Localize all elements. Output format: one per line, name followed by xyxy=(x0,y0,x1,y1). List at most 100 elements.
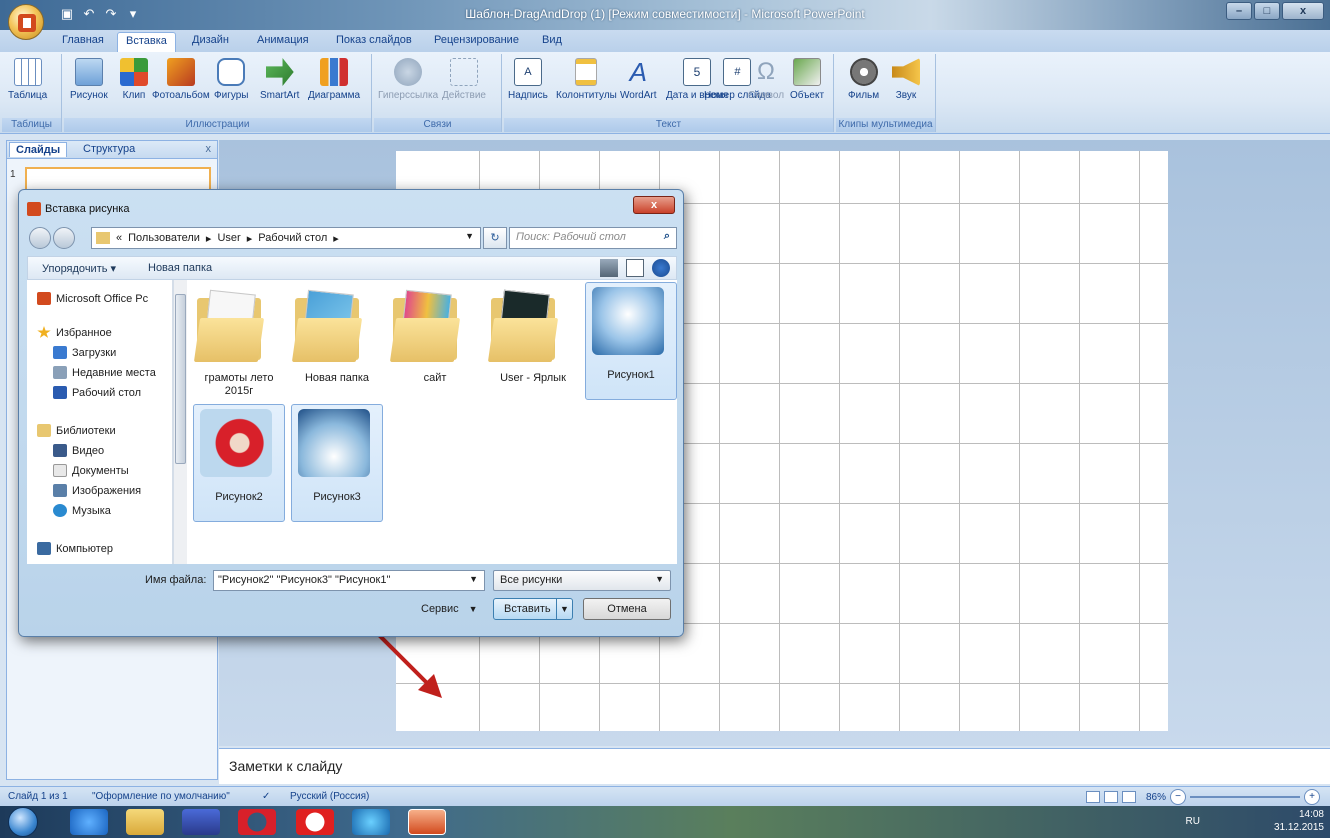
file-item-folder-new[interactable]: Новая папка xyxy=(291,286,383,404)
close-panel-icon[interactable]: x xyxy=(206,143,212,155)
search-icon[interactable]: ⌕ xyxy=(664,230,670,243)
clip-button[interactable]: Клип xyxy=(120,58,148,101)
nav-item-documents[interactable]: Документы xyxy=(53,464,129,477)
movie-button[interactable]: Фильм xyxy=(848,58,879,101)
symbol-button[interactable]: Ω Символ xyxy=(748,58,784,101)
address-bar[interactable]: « Пользователи ▸ User ▸ Рабочий стол ▸ ▼ xyxy=(91,227,481,249)
organize-button[interactable]: Упорядочить ▾ xyxy=(42,262,116,275)
preview-pane-icon[interactable] xyxy=(626,259,644,277)
filename-dropdown-icon[interactable]: ▼ xyxy=(469,574,478,584)
nav-item-office[interactable]: Microsoft Office Pc xyxy=(37,292,148,305)
minimize-button[interactable]: – xyxy=(1226,2,1252,20)
slideshow-icon[interactable] xyxy=(1121,791,1136,803)
spellcheck-icon[interactable]: ✓ xyxy=(262,791,270,802)
shapes-button[interactable]: Фигуры xyxy=(214,58,248,101)
file-type-select[interactable]: Все рисунки ▼ xyxy=(493,570,671,591)
insert-dropdown-icon[interactable]: ▼ xyxy=(556,599,572,619)
hyperlink-button[interactable]: Гиперссылка xyxy=(378,58,438,101)
file-item-folder-site[interactable]: сайт xyxy=(389,286,481,404)
internet-explorer-icon[interactable] xyxy=(70,809,108,835)
close-window-button[interactable]: x xyxy=(1282,2,1324,20)
nav-item-desktop[interactable]: Рабочий стол xyxy=(53,386,141,399)
nav-item-computer[interactable]: Компьютер xyxy=(37,542,113,555)
notes-pane[interactable]: Заметки к слайду xyxy=(219,748,1330,784)
tab-outline[interactable]: Структура xyxy=(77,142,141,156)
maximize-button[interactable]: □ xyxy=(1254,2,1280,20)
file-item-user-shortcut[interactable]: User - Ярлык xyxy=(487,286,579,404)
nav-item-libraries[interactable]: Библиотеки xyxy=(37,424,116,437)
file-item-picture2[interactable]: Рисунок2 xyxy=(193,404,285,522)
table-button[interactable]: Таблица xyxy=(8,58,47,101)
nav-scrollbar-thumb[interactable] xyxy=(175,294,186,464)
view-options-icon[interactable] xyxy=(600,259,618,277)
tab-slides[interactable]: Слайды xyxy=(9,142,68,157)
opera-icon[interactable] xyxy=(238,809,276,835)
zoom-level[interactable]: 86% xyxy=(1146,792,1166,803)
photo-album-button[interactable]: Фотоальбом xyxy=(152,58,210,101)
filter-dropdown-icon[interactable]: ▼ xyxy=(655,574,664,584)
tray-language[interactable]: RU xyxy=(1186,816,1200,827)
tools-button[interactable]: Сервис ▼ xyxy=(421,603,478,615)
search-input[interactable]: Поиск: Рабочий стол ⌕ xyxy=(509,227,677,249)
slide-sorter-icon[interactable] xyxy=(1103,791,1118,803)
app-icon[interactable] xyxy=(352,809,390,835)
forward-icon[interactable] xyxy=(53,227,75,249)
nav-item-pictures[interactable]: Изображения xyxy=(53,484,141,497)
filename-input[interactable]: "Рисунок2" "Рисунок3" "Рисунок1" ▼ xyxy=(213,570,485,591)
tab-review[interactable]: Рецензирование xyxy=(434,34,519,46)
tab-animation[interactable]: Анимация xyxy=(257,34,309,46)
address-dropdown-icon[interactable]: ▼ xyxy=(465,231,474,241)
nav-item-recent[interactable]: Недавние места xyxy=(53,366,156,379)
folder-icon xyxy=(193,289,265,362)
file-item-picture3[interactable]: Рисунок3 xyxy=(291,404,383,522)
normal-view-icon[interactable] xyxy=(1085,791,1100,803)
status-language[interactable]: Русский (Россия) xyxy=(290,791,369,802)
breadcrumb-overflow[interactable]: « xyxy=(116,232,122,245)
cancel-button[interactable]: Отмена xyxy=(583,598,671,620)
nav-scrollbar[interactable] xyxy=(173,280,187,564)
start-button[interactable] xyxy=(8,807,38,837)
tray-clock[interactable]: 14:08 31.12.2015 xyxy=(1274,808,1324,834)
breadcrumb-user[interactable]: User xyxy=(217,232,240,245)
wordart-button[interactable]: A WordArt xyxy=(620,58,657,101)
explorer-folder-icon[interactable] xyxy=(126,809,164,835)
tab-insert[interactable]: Вставка xyxy=(117,32,176,52)
office-button[interactable] xyxy=(8,4,44,40)
zoom-in-icon[interactable]: + xyxy=(1304,789,1320,805)
nav-item-favorites[interactable]: Избранное xyxy=(37,326,112,339)
refresh-icon[interactable]: ↻ xyxy=(483,227,507,249)
breadcrumb-users[interactable]: Пользователи xyxy=(128,232,200,245)
new-folder-button[interactable]: Новая папка xyxy=(148,262,212,274)
breadcrumb-desktop[interactable]: Рабочий стол xyxy=(258,232,327,245)
textbox-button[interactable]: A Надпись xyxy=(508,58,548,101)
status-theme[interactable]: "Оформление по умолчанию" xyxy=(92,791,230,802)
smartart-icon xyxy=(265,58,294,86)
action-button[interactable]: Действие xyxy=(442,58,486,101)
tab-slideshow[interactable]: Показ слайдов xyxy=(336,34,412,46)
nav-item-music[interactable]: Музыка xyxy=(53,504,111,517)
folder-icon xyxy=(389,289,461,362)
back-icon[interactable] xyxy=(29,227,51,249)
chart-button[interactable]: Диаграмма xyxy=(308,58,360,101)
smartart-button[interactable]: SmartArt xyxy=(260,58,299,101)
file-item-folder-gramoty[interactable]: грамоты лето 2015г xyxy=(193,286,285,404)
tab-home[interactable]: Главная xyxy=(62,34,104,46)
dialog-close-button[interactable]: x xyxy=(633,196,675,214)
file-item-picture1[interactable]: Рисунок1 xyxy=(585,282,677,400)
media-player-icon[interactable] xyxy=(182,809,220,835)
zoom-out-icon[interactable]: − xyxy=(1170,789,1186,805)
tab-design[interactable]: Дизайн xyxy=(192,34,229,46)
picture-button[interactable]: Рисунок xyxy=(70,58,108,101)
insert-button[interactable]: Вставить ▼ xyxy=(493,598,573,620)
help-icon[interactable] xyxy=(652,259,670,277)
taskbar: RU 14:08 31.12.2015 xyxy=(0,806,1330,838)
object-button[interactable]: Объект xyxy=(790,58,824,101)
header-footer-button[interactable]: Колонтитулы xyxy=(556,58,617,101)
nav-item-video[interactable]: Видео xyxy=(53,444,104,457)
powerpoint-task-icon[interactable] xyxy=(408,809,446,835)
nav-item-downloads[interactable]: Загрузки xyxy=(53,346,116,359)
zoom-slider[interactable] xyxy=(1190,796,1300,798)
sound-button[interactable]: Звук xyxy=(892,58,920,101)
tab-view[interactable]: Вид xyxy=(542,34,562,46)
yandex-browser-icon[interactable] xyxy=(296,809,334,835)
